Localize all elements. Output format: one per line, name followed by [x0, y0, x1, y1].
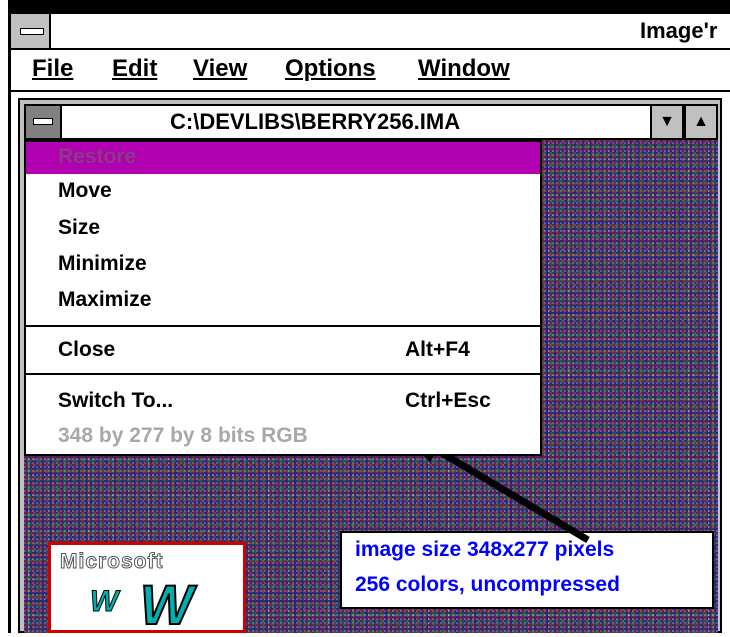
- menu-item-close[interactable]: Close: [58, 338, 115, 362]
- app-title-bar[interactable]: [11, 14, 730, 50]
- triangle-up-icon: ▲: [693, 113, 709, 130]
- system-menu-icon: [20, 28, 44, 35]
- annotation-line-1: image size 348x277 pixels: [355, 538, 615, 561]
- menu-item-switch-to-shortcut: Ctrl+Esc: [405, 389, 491, 412]
- menu-separator: [26, 325, 540, 327]
- menu-item-restore[interactable]: Restore: [58, 145, 136, 169]
- logo-w-small: W: [89, 585, 119, 619]
- menu-item-minimize[interactable]: Minimize: [58, 252, 147, 276]
- menu-window[interactable]: Window: [418, 55, 510, 83]
- image-window-title: C:\DEVLIBS\BERRY256.IMA: [170, 109, 461, 134]
- logo-w-large: W: [139, 572, 194, 637]
- logo-text: Microsoft: [60, 550, 164, 574]
- menu-item-maximize[interactable]: Maximize: [58, 288, 151, 312]
- triangle-down-icon: ▼: [659, 113, 675, 130]
- menu-item-image-info: 348 by 277 by 8 bits RGB: [58, 424, 308, 447]
- maximize-button[interactable]: ▲: [684, 104, 718, 140]
- menu-options[interactable]: Options: [285, 55, 376, 83]
- annotation-line-2: 256 colors, uncompressed: [355, 573, 620, 596]
- menu-item-size[interactable]: Size: [58, 216, 100, 240]
- app-title: Image'r: [640, 18, 718, 43]
- menu-view[interactable]: View: [193, 55, 247, 83]
- menu-item-close-shortcut: Alt+F4: [405, 338, 470, 361]
- menu-item-switch-to[interactable]: Switch To...: [58, 389, 173, 413]
- minimize-button[interactable]: ▼: [650, 104, 684, 140]
- menu-edit[interactable]: Edit: [112, 55, 157, 83]
- menu-item-move[interactable]: Move: [58, 179, 112, 203]
- system-menu-icon: [33, 118, 53, 125]
- menu-file[interactable]: File: [32, 55, 73, 83]
- menu-separator: [26, 373, 540, 375]
